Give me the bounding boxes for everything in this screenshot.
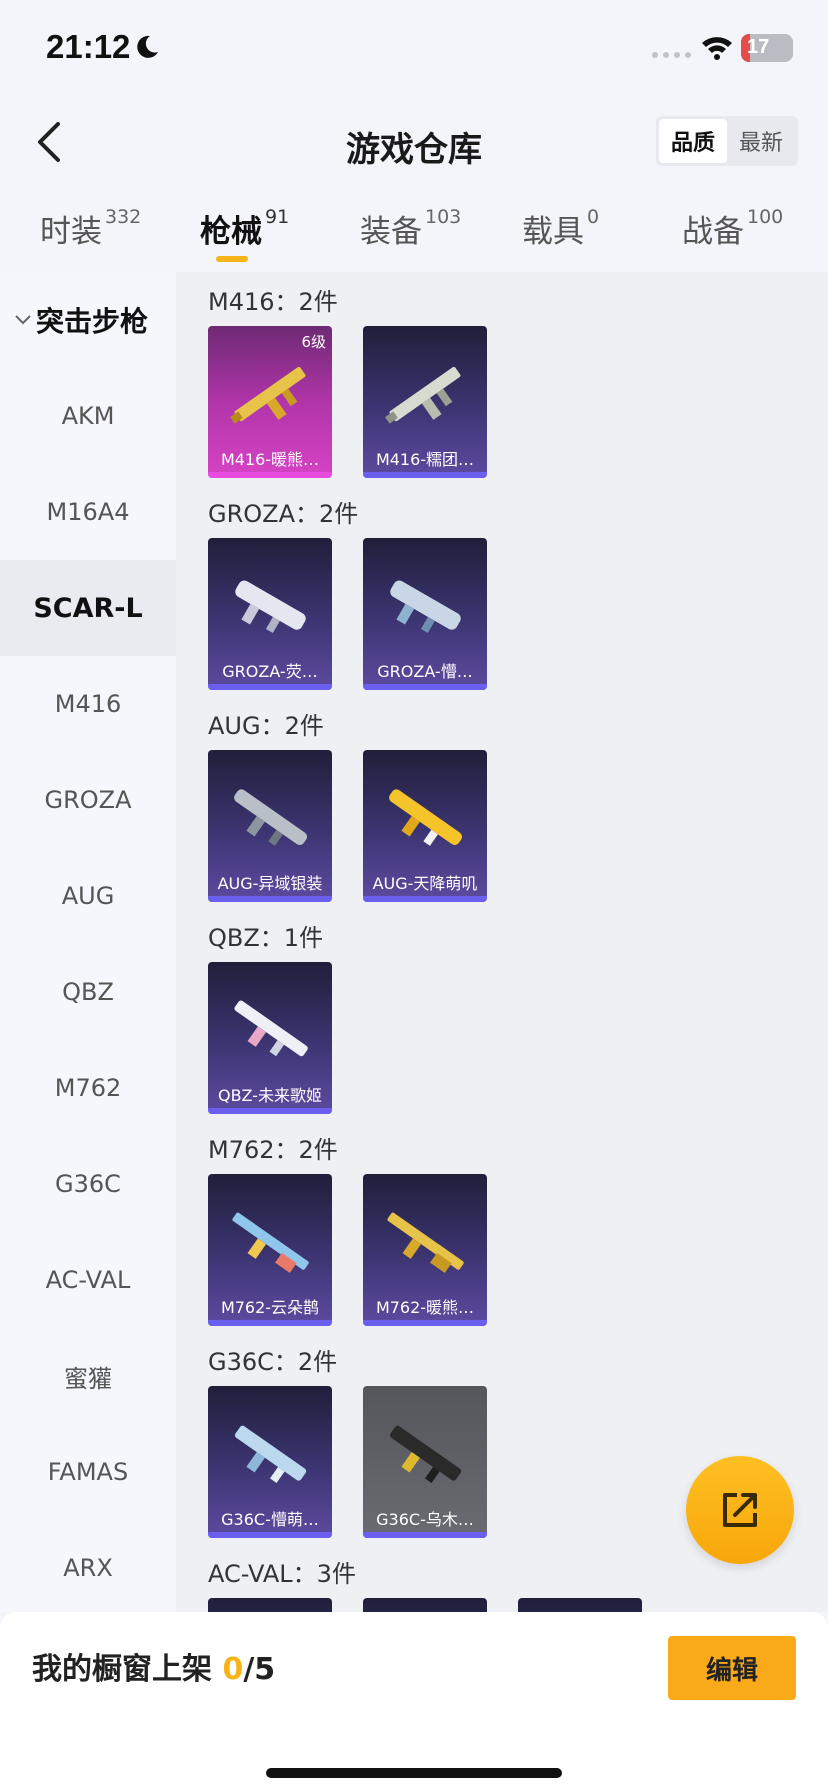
- sidebar-item-m762[interactable]: M762: [0, 1040, 176, 1136]
- sidebar-group-assault-rifles[interactable]: 突击步枪: [0, 272, 176, 368]
- rarity-bar: [208, 1108, 332, 1114]
- skin-card[interactable]: GROZA-懵…: [363, 538, 487, 690]
- moon-icon: [137, 35, 158, 58]
- bullpup-rifle-icon: [235, 580, 306, 634]
- rarity-bar: [363, 896, 487, 902]
- rarity-bar: [208, 896, 332, 902]
- rarity-bar: [363, 684, 487, 690]
- sidebar-item-scar-l[interactable]: SCAR-L: [0, 560, 176, 656]
- sidebar-item-famas[interactable]: FAMAS: [0, 1424, 176, 1520]
- tab-equipment[interactable]: 装备 103: [360, 206, 461, 251]
- rarity-bar: [208, 1320, 332, 1326]
- skin-name: GROZA-懵…: [377, 662, 473, 681]
- group-title: M416：2件: [208, 288, 338, 316]
- sidebar-item-honey-badger[interactable]: 蜜獾: [0, 1328, 176, 1424]
- skin-name: M416-暖熊…: [220, 450, 320, 469]
- status-time: 21:12: [46, 28, 131, 65]
- tab-guns[interactable]: 枪械 91: [200, 206, 289, 251]
- sidebar-item-aug[interactable]: AUG: [0, 848, 176, 944]
- sidebar-item-akm[interactable]: AKM: [0, 368, 176, 464]
- share-icon: [723, 1493, 757, 1527]
- shelf-status: 我的橱窗上架 0/5: [32, 1652, 276, 1687]
- status-bar: 21:12 17: [0, 0, 828, 100]
- share-button[interactable]: [686, 1456, 794, 1564]
- sort-quality-button[interactable]: 品质: [659, 119, 727, 163]
- tab-indicator: [216, 256, 248, 262]
- bottom-panel: 我的橱窗上架 0/5 编辑: [0, 1612, 828, 1792]
- aug-rifle-icon: [389, 789, 463, 846]
- group-title: AUG：2件: [208, 712, 324, 740]
- skin-name: G36C-乌木…: [376, 1510, 474, 1529]
- silver-rifle-icon: [385, 366, 461, 424]
- wifi-icon: [702, 37, 732, 60]
- skin-name: QBZ-未来歌姬: [217, 1086, 323, 1105]
- skin-card[interactable]: 6级 M416-暖熊…: [208, 326, 332, 478]
- rarity-bar: [208, 472, 332, 478]
- header: 游戏仓库 品质 最新: [0, 100, 828, 184]
- skin-card[interactable]: G36C-懵萌…: [208, 1386, 332, 1538]
- rarity-bar: [363, 472, 487, 478]
- qbz-rifle-icon: [234, 1000, 308, 1057]
- skin-card[interactable]: M416-糯团…: [363, 326, 487, 478]
- signal-icon: [652, 52, 691, 58]
- group-title: GROZA：2件: [208, 500, 359, 528]
- level-badge: 6级: [301, 333, 326, 351]
- skin-name: GROZA-荧…: [222, 662, 318, 681]
- sort-toggle: 品质 最新: [656, 116, 798, 166]
- g36c-rifle-icon: [234, 1425, 307, 1484]
- m762-rifle-icon: [232, 1212, 309, 1273]
- shelf-current-count: 0: [222, 1652, 244, 1687]
- g36c-rifle-icon: [389, 1425, 462, 1484]
- gold-rifle-icon: [230, 366, 306, 424]
- sidebar-item-arx[interactable]: ARX: [0, 1520, 176, 1616]
- shelf-total: /5: [243, 1652, 276, 1687]
- rarity-bar: [208, 684, 332, 690]
- sidebar-item-m16a4[interactable]: M16A4: [0, 464, 176, 560]
- skin-card[interactable]: AUG-异域银装: [208, 750, 332, 902]
- skin-name: AUG-异域银装: [217, 874, 323, 893]
- battery-level: 17: [747, 36, 770, 58]
- skin-card[interactable]: AUG-天降萌叽: [363, 750, 487, 902]
- home-indicator: [266, 1768, 562, 1778]
- skin-card[interactable]: GROZA-荧…: [208, 538, 332, 690]
- chevron-down-icon: [15, 315, 31, 325]
- skin-name: M762-云朵鹊: [220, 1298, 320, 1317]
- skin-card[interactable]: M762-云朵鹊: [208, 1174, 332, 1326]
- skin-card[interactable]: G36C-乌木…: [363, 1386, 487, 1538]
- group-title: AC-VAL：3件: [208, 1560, 356, 1588]
- skin-card[interactable]: M762-暖熊…: [363, 1174, 487, 1326]
- sidebar-item-qbz[interactable]: QBZ: [0, 944, 176, 1040]
- edit-button[interactable]: 编辑: [668, 1636, 796, 1700]
- group-title: M762：2件: [208, 1136, 338, 1164]
- skin-name: M416-糯团…: [375, 450, 475, 469]
- tab-vehicles[interactable]: 载具 0: [522, 206, 599, 251]
- group-title: QBZ：1件: [208, 924, 324, 952]
- sidebar-item-ac-val[interactable]: AC-VAL: [0, 1232, 176, 1328]
- skin-name: G36C-懵萌…: [221, 1510, 319, 1529]
- sidebar-item-groza[interactable]: GROZA: [0, 752, 176, 848]
- skin-name: AUG-天降萌叽: [372, 874, 478, 893]
- skin-card[interactable]: [208, 1598, 332, 1612]
- sidebar-item-g36c[interactable]: G36C: [0, 1136, 176, 1232]
- bullpup-rifle-icon: [390, 580, 461, 634]
- skin-card[interactable]: QBZ-未来歌姬: [208, 962, 332, 1114]
- aug-rifle-icon: [234, 789, 308, 846]
- skin-name: M762-暖熊…: [375, 1298, 475, 1317]
- rarity-bar: [208, 1532, 332, 1538]
- group-title: G36C：2件: [208, 1348, 338, 1376]
- category-tabs: 时装 332 枪械 91 装备 103 载具 0 战备 100: [0, 196, 828, 268]
- rarity-bar: [363, 1320, 487, 1326]
- tab-supplies[interactable]: 战备 100: [682, 206, 783, 251]
- sidebar-item-m416[interactable]: M416: [0, 656, 176, 752]
- m762-rifle-icon: [387, 1212, 464, 1273]
- tab-fashion[interactable]: 时装 332: [40, 206, 141, 251]
- rarity-bar: [363, 1532, 487, 1538]
- skin-card[interactable]: [363, 1598, 487, 1612]
- sort-newest-button[interactable]: 最新: [727, 119, 795, 163]
- weapon-sidebar: 突击步枪 AKM M16A4 SCAR-L M416 GROZA AUG QBZ…: [0, 272, 176, 1612]
- skin-card[interactable]: [518, 1598, 642, 1612]
- weapon-list: M416：2件 6级 M416-暖熊… M416-糯团… GROZA：2件 GR…: [176, 272, 828, 1612]
- battery-icon: 17: [741, 34, 793, 62]
